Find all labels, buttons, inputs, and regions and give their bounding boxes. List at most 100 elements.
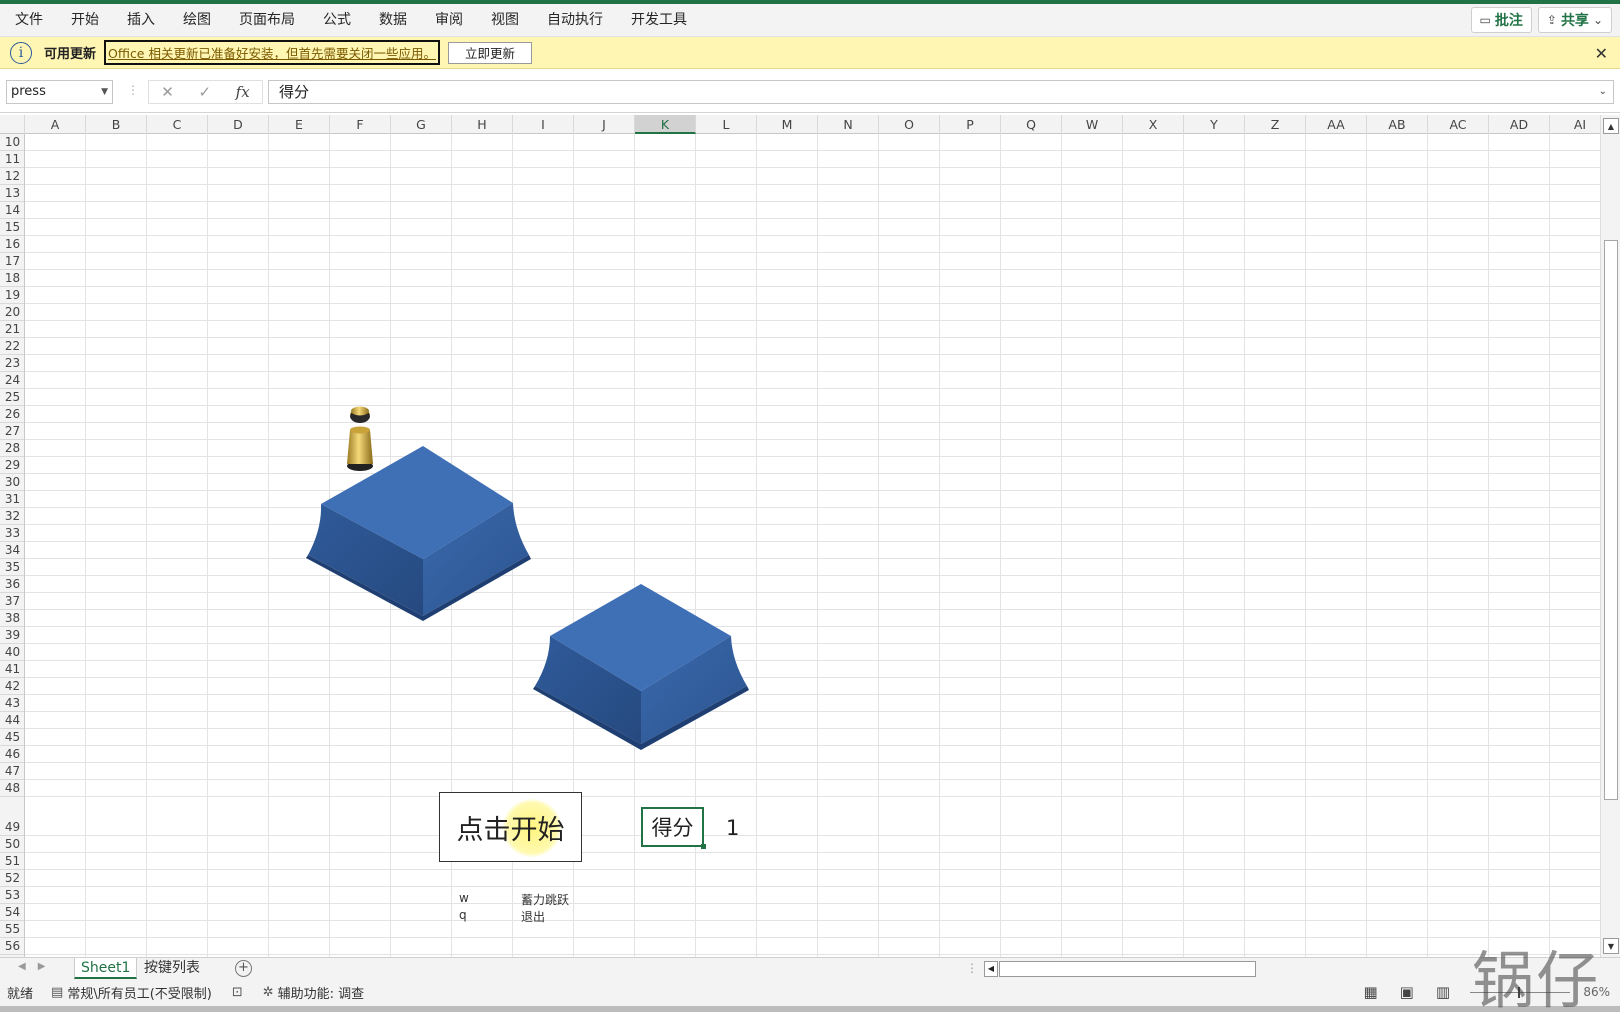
column-header-l[interactable]: L: [696, 115, 757, 134]
row-header-20[interactable]: 20: [0, 304, 25, 321]
column-header-f[interactable]: F: [330, 115, 391, 134]
row-header-30[interactable]: 30: [0, 474, 25, 491]
row-header-53[interactable]: 53: [0, 887, 25, 904]
row-header-48[interactable]: 48: [0, 780, 25, 797]
column-header-g[interactable]: G: [391, 115, 452, 134]
row-header-34[interactable]: 34: [0, 542, 25, 559]
row-header-41[interactable]: 41: [0, 661, 25, 678]
sheet-tab-keylist[interactable]: 按键列表: [138, 958, 206, 979]
row-header-18[interactable]: 18: [0, 270, 25, 287]
row-header-26[interactable]: 26: [0, 406, 25, 423]
row-header-31[interactable]: 31: [0, 491, 25, 508]
row-header-47[interactable]: 47: [0, 763, 25, 780]
column-header-e[interactable]: E: [269, 115, 330, 134]
insert-function-icon[interactable]: fx: [236, 83, 250, 101]
column-header-k[interactable]: K: [635, 115, 696, 134]
column-header-p[interactable]: P: [940, 115, 1001, 134]
page-layout-view-icon[interactable]: ▣: [1400, 983, 1414, 1001]
scroll-left-icon[interactable]: ◀: [984, 961, 998, 977]
row-header-56[interactable]: 56: [0, 938, 25, 955]
row-header-21[interactable]: 21: [0, 321, 25, 338]
column-header-c[interactable]: C: [147, 115, 208, 134]
splitter-handle[interactable]: ⋮: [966, 961, 978, 975]
row-header-45[interactable]: 45: [0, 729, 25, 746]
accessibility-status[interactable]: ✲ 辅助功能: 调查: [263, 983, 364, 1002]
column-header-ab[interactable]: AB: [1367, 115, 1428, 134]
tab-formulas[interactable]: 公式: [309, 4, 365, 37]
score-label-cell[interactable]: 得分: [641, 807, 704, 847]
name-box[interactable]: press ▼: [6, 80, 113, 104]
column-header-j[interactable]: J: [574, 115, 635, 134]
row-header-19[interactable]: 19: [0, 287, 25, 304]
row-header-16[interactable]: 16: [0, 236, 25, 253]
row-header-50[interactable]: 50: [0, 836, 25, 853]
more-options-icon[interactable]: ⋮: [127, 83, 139, 97]
row-header-36[interactable]: 36: [0, 576, 25, 593]
row-header-38[interactable]: 38: [0, 610, 25, 627]
tab-view[interactable]: 视图: [477, 4, 533, 37]
column-header-i[interactable]: I: [513, 115, 574, 134]
enter-icon[interactable]: ✓: [198, 83, 211, 101]
row-header-52[interactable]: 52: [0, 870, 25, 887]
column-header-q[interactable]: Q: [1001, 115, 1062, 134]
share-button[interactable]: ⇪ 共享 ⌄: [1538, 7, 1612, 33]
row-header-39[interactable]: 39: [0, 627, 25, 644]
row-header-42[interactable]: 42: [0, 678, 25, 695]
column-header-d[interactable]: D: [208, 115, 269, 134]
sheet-tab-sheet1[interactable]: Sheet1: [74, 958, 137, 979]
macro-record-icon[interactable]: ⊡: [232, 985, 243, 1000]
row-header-25[interactable]: 25: [0, 389, 25, 406]
vertical-scrollbar[interactable]: ▲ ▼: [1600, 115, 1620, 957]
tab-developer[interactable]: 开发工具: [617, 4, 701, 37]
column-header-ac[interactable]: AC: [1428, 115, 1489, 134]
normal-view-icon[interactable]: ▦: [1363, 983, 1377, 1001]
sensitivity-label[interactable]: ▤ 常规\所有员工(不受限制): [51, 983, 212, 1002]
tab-insert[interactable]: 插入: [113, 4, 169, 37]
row-header-28[interactable]: 28: [0, 440, 25, 457]
row-header-23[interactable]: 23: [0, 355, 25, 372]
column-header-o[interactable]: O: [879, 115, 940, 134]
scroll-thumb[interactable]: [1604, 240, 1618, 800]
scroll-down-icon[interactable]: ▼: [1603, 938, 1619, 954]
column-header-aa[interactable]: AA: [1306, 115, 1367, 134]
row-header-54[interactable]: 54: [0, 904, 25, 921]
expand-formula-icon[interactable]: ⌄: [1599, 81, 1607, 103]
row-header-32[interactable]: 32: [0, 508, 25, 525]
scroll-up-icon[interactable]: ▲: [1603, 118, 1619, 134]
row-header-22[interactable]: 22: [0, 338, 25, 355]
column-header-ad[interactable]: AD: [1489, 115, 1550, 134]
add-sheet-icon[interactable]: +: [235, 960, 252, 977]
row-header-27[interactable]: 27: [0, 423, 25, 440]
row-header-33[interactable]: 33: [0, 525, 25, 542]
worksheet-grid[interactable]: 点击开始 得分 1 w 蓄力跳跃 q 退出: [25, 134, 1600, 957]
tab-automate[interactable]: 自动执行: [533, 4, 617, 37]
row-header-55[interactable]: 55: [0, 921, 25, 938]
row-header-49[interactable]: 49: [0, 797, 25, 836]
column-header-a[interactable]: A: [25, 115, 86, 134]
column-header-x[interactable]: X: [1123, 115, 1184, 134]
row-header-44[interactable]: 44: [0, 712, 25, 729]
close-icon[interactable]: ✕: [1595, 44, 1608, 63]
row-header-10[interactable]: 10: [0, 134, 25, 151]
sheet-nav-arrows[interactable]: ◀▶: [18, 961, 57, 972]
message-text-link[interactable]: Office 相关更新已准备好安装，但首先需要关闭一些应用。: [104, 40, 440, 65]
tab-draw[interactable]: 绘图: [169, 4, 225, 37]
tab-home[interactable]: 开始: [57, 4, 113, 37]
column-header-z[interactable]: Z: [1245, 115, 1306, 134]
row-header-17[interactable]: 17: [0, 253, 25, 270]
row-header-11[interactable]: 11: [0, 151, 25, 168]
row-header-24[interactable]: 24: [0, 372, 25, 389]
formula-input[interactable]: 得分 ⌄: [268, 80, 1614, 104]
row-header-37[interactable]: 37: [0, 593, 25, 610]
row-header-14[interactable]: 14: [0, 202, 25, 219]
chevron-down-icon[interactable]: ▼: [101, 81, 108, 103]
row-header-13[interactable]: 13: [0, 185, 25, 202]
tab-review[interactable]: 审阅: [421, 4, 477, 37]
start-button[interactable]: 点击开始: [439, 792, 582, 862]
select-all-corner[interactable]: [0, 115, 25, 134]
row-header-43[interactable]: 43: [0, 695, 25, 712]
column-header-y[interactable]: Y: [1184, 115, 1245, 134]
update-now-button[interactable]: 立即更新: [448, 42, 532, 64]
row-header-12[interactable]: 12: [0, 168, 25, 185]
column-header-b[interactable]: B: [86, 115, 147, 134]
